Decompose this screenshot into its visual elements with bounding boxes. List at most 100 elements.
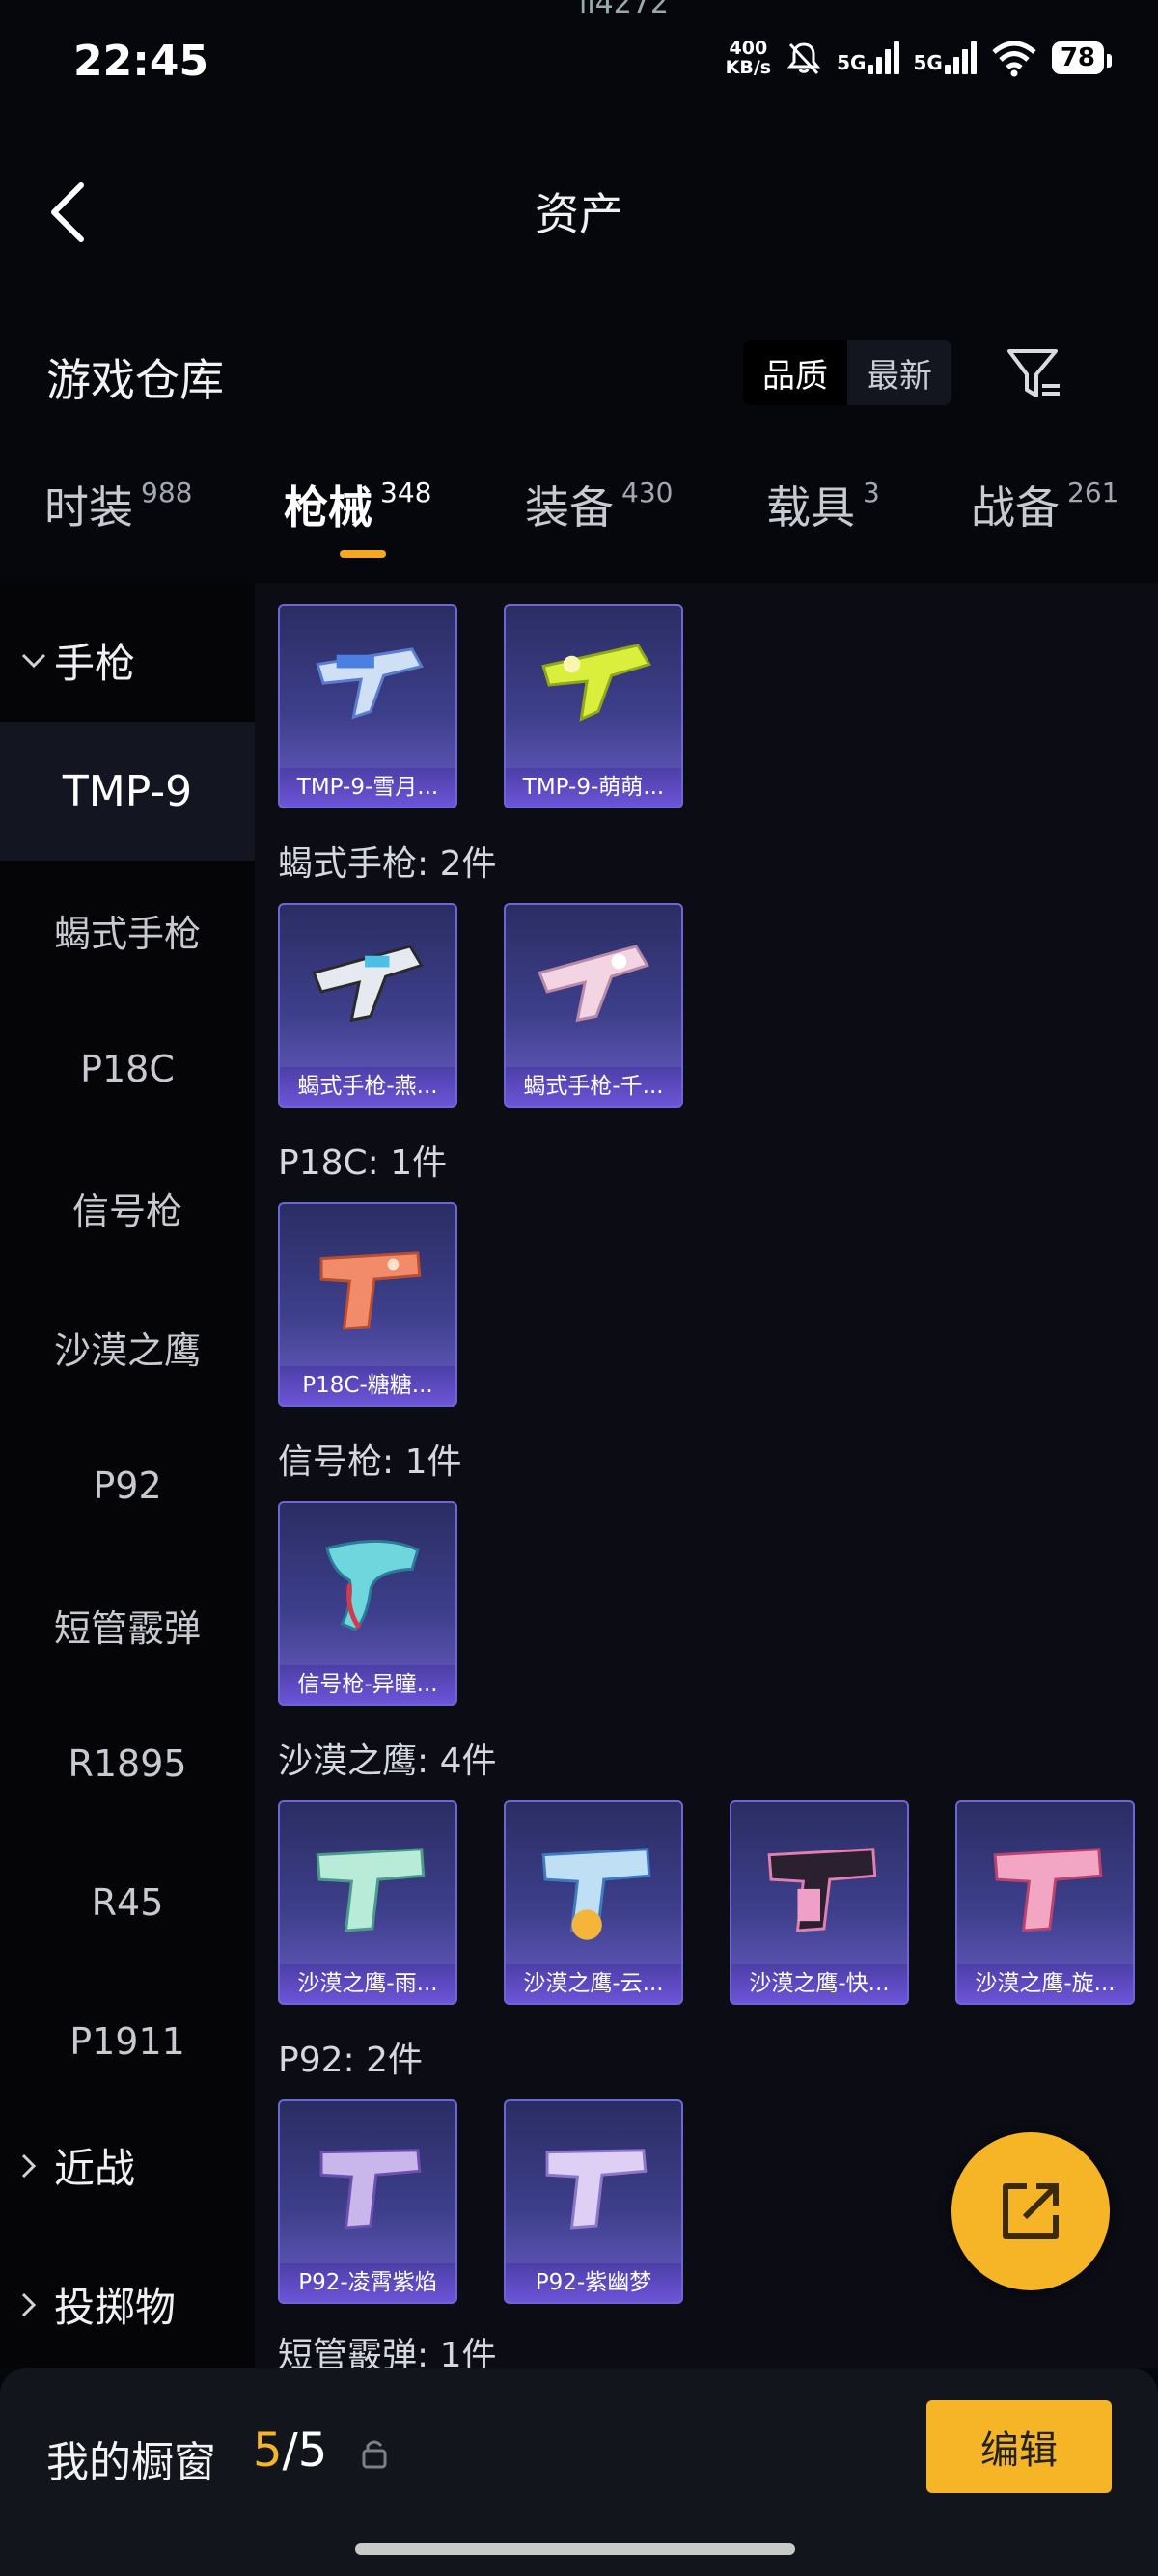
signal-bars-icon: [868, 41, 900, 74]
item-card-name: P18C-糖糖...: [280, 1366, 455, 1405]
smg-skin-icon: [316, 647, 424, 720]
sidebar-item-flare-gun[interactable]: 信号枪: [0, 1138, 255, 1277]
item-card[interactable]: 蝎式手枪-燕...: [278, 903, 457, 1108]
tab-count: 3: [863, 477, 880, 508]
sidebar-item-r45[interactable]: R45: [0, 1833, 255, 1972]
item-card-name: 蝎式手枪-千...: [506, 1067, 681, 1106]
sidebar-item-p92[interactable]: P92: [0, 1416, 255, 1555]
sidebar-item-desert-eagle[interactable]: 沙漠之鹰: [0, 1277, 255, 1416]
tab-vehicles[interactable]: 载具 3: [766, 473, 880, 536]
mute-bell-icon: [787, 42, 821, 75]
pistol-skin-icon: [993, 1848, 1103, 1932]
battery-indicator: 78: [1051, 41, 1113, 74]
sidebar-item-p18c[interactable]: P18C: [0, 1000, 255, 1138]
smg-skin-icon: [538, 945, 649, 1023]
tab-count: 348: [380, 477, 432, 508]
sort-toggle: 品质 最新: [743, 340, 951, 405]
showcase-separator: /: [282, 2424, 298, 2478]
showcase-bar: 我的橱窗 5/5 编辑: [0, 2368, 1158, 2576]
sidebar-group-label: 投掷物: [54, 2284, 177, 2331]
tab-firearms[interactable]: 枪械 348: [284, 473, 431, 536]
item-card-name: P92-紫幽梦: [506, 2263, 681, 2302]
pistol-skin-icon: [541, 1848, 651, 1940]
item-card-name: 沙漠之鹰-云...: [506, 1964, 681, 2003]
active-tab-indicator: [340, 550, 386, 558]
sort-newest-button[interactable]: 最新: [847, 340, 951, 405]
sidebar-item-scorpion[interactable]: 蝎式手枪: [0, 861, 255, 1000]
pistol-skin-icon: [319, 1251, 422, 1330]
section-title: P92: 2件: [278, 2041, 423, 2080]
tab-supplies[interactable]: 战备 261: [971, 473, 1118, 536]
storage-title: 游戏仓库: [46, 354, 224, 406]
tab-count: 261: [1067, 477, 1119, 508]
item-card-name: P92-凌霄紫焰: [280, 2263, 455, 2302]
share-external-icon: [1003, 2183, 1059, 2239]
filter-button[interactable]: [1004, 343, 1065, 405]
tab-label: 枪械: [284, 481, 372, 534]
showcase-current: 5: [253, 2424, 283, 2478]
tab-equipment[interactable]: 装备 430: [525, 473, 673, 536]
showcase-count: 5/5: [253, 2424, 327, 2478]
flare-gun-skin-icon: [325, 1540, 420, 1631]
home-indicator: [355, 2543, 795, 2555]
item-card[interactable]: 沙漠之鹰-快...: [730, 1800, 909, 2005]
signal-1: 5G: [837, 41, 900, 74]
sidebar-group-melee[interactable]: 近战: [21, 2136, 135, 2195]
tab-count: 988: [141, 477, 193, 508]
item-grid: TMP-9-雪月... TMP-9-萌萌... 蝎式手枪: 2件 蝎式手枪-燕.…: [255, 583, 1158, 2368]
item-card-name: 蝎式手枪-燕...: [280, 1067, 455, 1106]
pistol-skin-icon: [767, 1848, 877, 1932]
wifi-icon: [992, 41, 1036, 77]
showcase-label: 我的橱窗: [46, 2438, 216, 2487]
tab-count: 430: [621, 477, 674, 508]
chevron-right-icon: [21, 2292, 54, 2317]
section-title: 沙漠之鹰: 4件: [278, 1741, 497, 1781]
item-card-name: 沙漠之鹰-旋...: [957, 1964, 1133, 2003]
share-button[interactable]: [951, 2132, 1110, 2290]
sidebar-group-pistols[interactable]: 手枪: [21, 631, 135, 690]
sidebar-item-sawed-off[interactable]: 短管霰弹: [0, 1555, 255, 1694]
tab-label: 战备: [971, 481, 1060, 534]
tab-fashion[interactable]: 时装 988: [44, 473, 192, 536]
showcase-total: 5: [297, 2424, 328, 2478]
section-title: P18C: 1件: [278, 1143, 448, 1183]
item-card[interactable]: 信号枪-异瞳...: [278, 1501, 457, 1706]
pistol-skin-icon: [319, 2149, 422, 2230]
category-tabs: 时装 988 枪械 348 装备 430 载具 3 战备 261: [0, 473, 1158, 560]
item-card-name: 信号枪-异瞳...: [280, 1665, 455, 1704]
sidebar-group-throwables[interactable]: 投掷物: [21, 2275, 176, 2334]
signal-2: 5G: [913, 41, 977, 74]
edit-button[interactable]: 编辑: [926, 2400, 1112, 2493]
network-speed: 400 KB/s: [726, 39, 771, 77]
item-card[interactable]: 沙漠之鹰-雨...: [278, 1800, 457, 2005]
notch-text: ll4272: [579, 0, 670, 20]
sidebar-item-tmp9[interactable]: TMP-9: [0, 722, 255, 861]
tab-label: 时装: [44, 481, 133, 534]
item-card[interactable]: P18C-糖糖...: [278, 1202, 457, 1407]
item-card[interactable]: TMP-9-萌萌...: [504, 604, 683, 808]
signal-bars-icon: [944, 41, 977, 74]
sidebar-item-r1895[interactable]: R1895: [0, 1694, 255, 1833]
section-title: 短管霰弹: 1件: [278, 2336, 497, 2368]
item-card-name: TMP-9-雪月...: [280, 768, 455, 807]
tab-label: 装备: [525, 481, 614, 534]
item-card[interactable]: TMP-9-雪月...: [278, 604, 457, 808]
item-card-name: TMP-9-萌萌...: [506, 768, 681, 807]
sidebar-item-p1911[interactable]: P1911: [0, 1972, 255, 2111]
item-card[interactable]: P92-凌霄紫焰: [278, 2099, 457, 2304]
sort-quality-button[interactable]: 品质: [743, 340, 847, 405]
pistol-skin-icon: [545, 2149, 648, 2230]
weapon-sidebar: 手枪 TMP-9 蝎式手枪 P18C 信号枪 沙漠之鹰 P92 短管霰弹 R18…: [0, 583, 255, 2368]
item-card[interactable]: P92-紫幽梦: [504, 2099, 683, 2304]
signal-1-label: 5G: [837, 51, 867, 74]
item-card[interactable]: 沙漠之鹰-云...: [504, 1800, 683, 2005]
item-card[interactable]: 蝎式手枪-千...: [504, 903, 683, 1108]
section-title: 蝎式手枪: 2件: [278, 844, 497, 884]
page-title: 资产: [535, 188, 623, 240]
smg-skin-icon: [312, 945, 424, 1023]
section-title: 信号枪: 1件: [278, 1442, 462, 1482]
status-bar: 22:45 ll4272 400 KB/s 5G 5G 78: [0, 0, 1158, 125]
item-card[interactable]: 沙漠之鹰-旋...: [955, 1800, 1135, 2005]
item-card-name: 沙漠之鹰-雨...: [280, 1964, 455, 2003]
sidebar-group-label: 近战: [54, 2145, 136, 2192]
